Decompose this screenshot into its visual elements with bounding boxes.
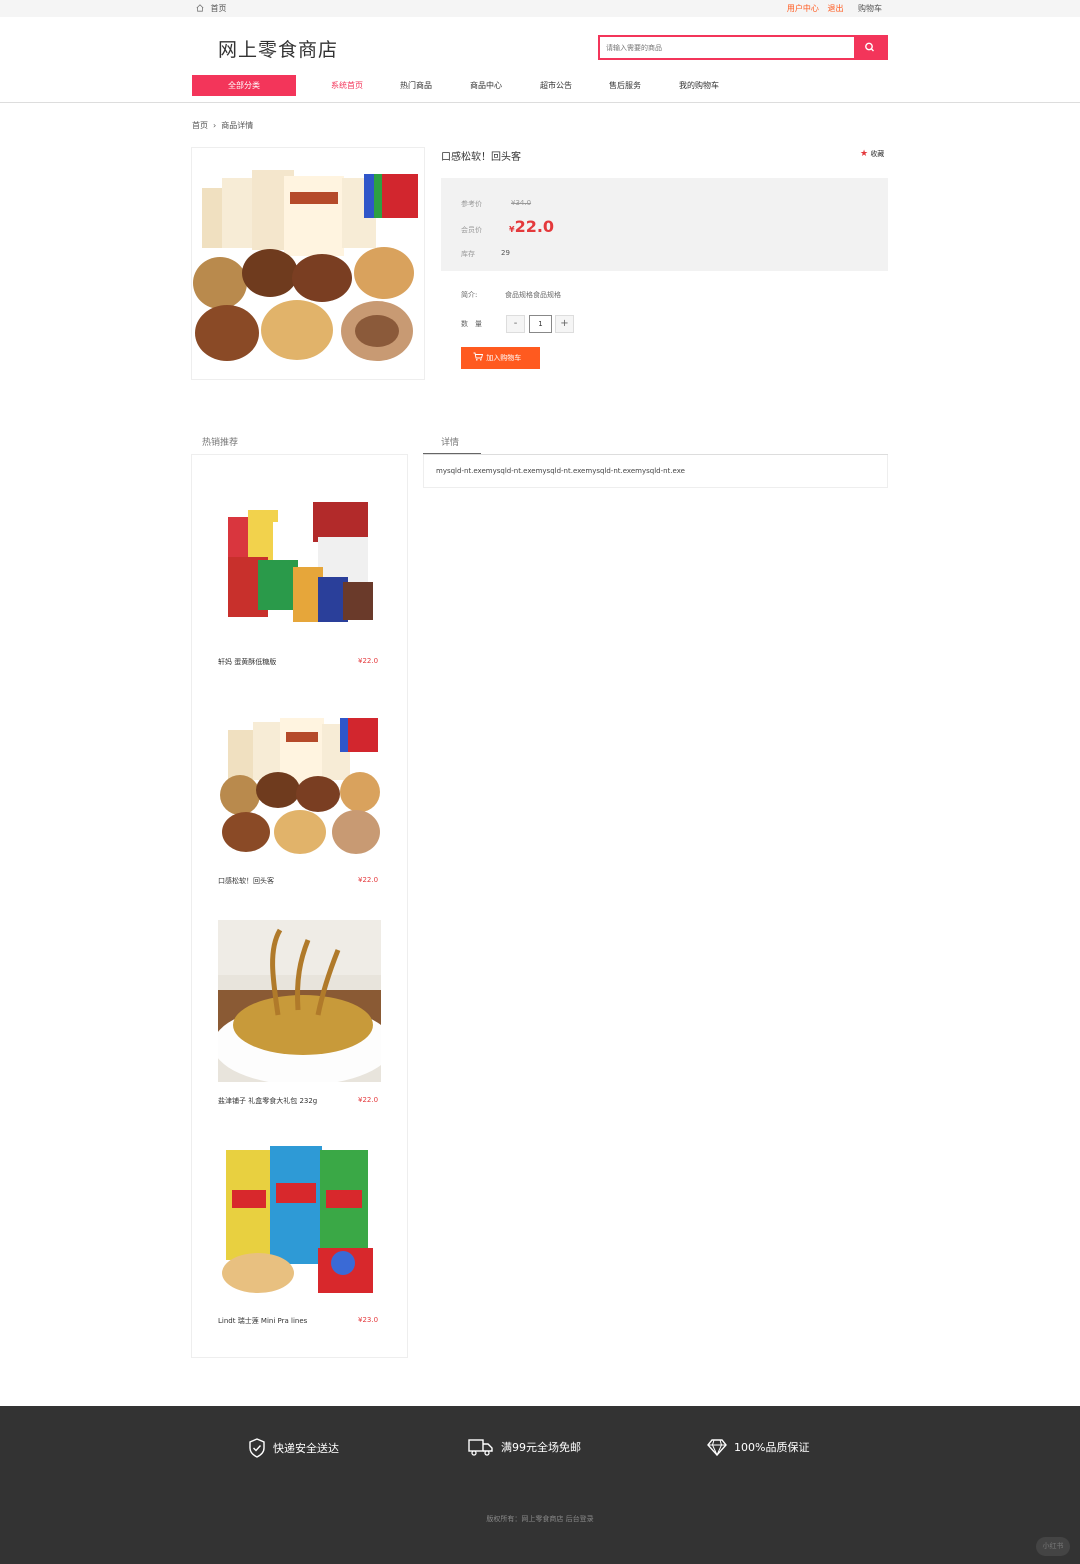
header: 网上零食商店 全部分类 系统首页 热门商品 商品中心 超市公告 售后服务 我的购… (0, 17, 1080, 103)
ref-price-label: 参考价 (461, 200, 482, 208)
price-box: 参考价 ¥34.0 会员价 ¥22.0 库存 29 (441, 178, 888, 271)
logout-link[interactable]: 退出 (827, 4, 843, 13)
add-to-cart-button[interactable]: 加入购物车 (461, 347, 540, 369)
intro-value: 食品规格食品规格 (505, 291, 561, 299)
nav-item-service[interactable]: 售后服务 (609, 75, 641, 96)
hot-item-name[interactable]: 盐津铺子 礼盒零食大礼包 232g (218, 1096, 317, 1106)
feature-free-shipping: 满99元全场免邮 (468, 1438, 581, 1456)
star-icon: ★ (860, 149, 869, 159)
quantity-increase-button[interactable]: + (555, 315, 574, 333)
feature-label: 快递安全送达 (273, 1442, 339, 1455)
nav-item-notices[interactable]: 超市公告 (540, 75, 572, 96)
hot-item-name[interactable]: Lindt 瑞士莲 Mini Pra lines (218, 1316, 307, 1326)
nav-item-home[interactable]: 系统首页 (331, 75, 363, 96)
footer: 快递安全送达 满99元全场免邮 100%品质保证 版权所有：网上零食商店 后台登… (0, 1406, 1080, 1564)
hot-item-price: ¥22.0 (358, 1096, 379, 1104)
hot-item-name[interactable]: 轩妈 蛋黄酥低糖版 (218, 657, 276, 667)
feature-safe-delivery: 快递安全送达 (248, 1438, 339, 1458)
search-button[interactable] (854, 37, 886, 58)
diamond-icon (707, 1439, 727, 1457)
search-bar (598, 35, 888, 60)
breadcrumb: 首页 › 商品详情 (192, 120, 253, 131)
breadcrumb-home[interactable]: 首页 (192, 121, 208, 130)
detail-content: mysqld-nt.exemysqld-nt.exemysqld-nt.exem… (423, 455, 888, 488)
favorite-label: 收藏 (870, 150, 885, 158)
user-center-link[interactable]: 用户中心 (787, 4, 819, 13)
hot-item-image[interactable] (218, 1138, 381, 1300)
cart-link[interactable]: 购物车 (858, 4, 882, 13)
quantity-label: 数 量 (461, 320, 482, 328)
member-price-label: 会员价 (461, 226, 482, 234)
hot-item-image[interactable] (218, 482, 381, 644)
quantity-decrease-button[interactable]: - (506, 315, 525, 333)
shield-check-icon (249, 1438, 265, 1458)
tab-detail[interactable]: 详情 (423, 435, 481, 455)
home-link-label: 首页 (210, 4, 227, 13)
hot-item-price: ¥23.0 (358, 1316, 379, 1324)
main-nav: 全部分类 系统首页 热门商品 商品中心 超市公告 售后服务 我的购物车 (192, 75, 892, 96)
favorite-button[interactable]: ★ 收藏 (860, 149, 884, 159)
feature-label: 100%品质保证 (734, 1441, 810, 1454)
ref-price: ¥34.0 (511, 199, 532, 207)
feature-quality: 100%品质保证 (707, 1438, 810, 1457)
copyright: 版权所有：网上零食商店 后台登录 (486, 1515, 594, 1523)
nav-item-hot[interactable]: 热门商品 (400, 75, 432, 96)
feature-label: 满99元全场免邮 (501, 1441, 581, 1454)
nav-item-my-cart[interactable]: 我的购物车 (679, 75, 719, 96)
hot-item-price: ¥22.0 (358, 657, 379, 665)
truck-icon (468, 1439, 493, 1456)
breadcrumb-current: 商品详情 (221, 121, 254, 130)
search-icon (865, 42, 874, 52)
top-bar: 首页 用户中心 退出 购物车 (0, 0, 1080, 17)
search-input[interactable] (600, 37, 854, 58)
hot-item-image[interactable] (218, 920, 381, 1082)
stock-label: 库存 (461, 250, 475, 258)
site-logo[interactable]: 网上零食商店 (218, 35, 338, 62)
all-categories-button[interactable]: 全部分类 (192, 75, 296, 96)
member-price-value: 22.0 (514, 217, 555, 236)
quantity-input[interactable]: 1 (529, 315, 552, 333)
cart-icon (473, 352, 484, 361)
home-icon (196, 4, 204, 12)
add-to-cart-label: 加入购物车 (486, 354, 522, 362)
hot-item-image[interactable] (218, 700, 381, 862)
home-link[interactable]: 首页 (196, 3, 227, 14)
member-price: ¥22.0 (509, 217, 554, 236)
nav-item-products[interactable]: 商品中心 (470, 75, 502, 96)
intro-label: 简介: (461, 291, 478, 299)
product-title: 口感松软！回头客 (441, 152, 521, 163)
watermark: 小红书 (1036, 1537, 1070, 1556)
hot-section-title: 热销推荐 (202, 438, 239, 448)
product-image (191, 147, 425, 380)
hot-item-name[interactable]: 口感松软！回头客 (218, 876, 274, 886)
hot-item-price: ¥22.0 (358, 876, 379, 884)
stock-value: 29 (501, 249, 510, 257)
chevron-right-icon: › (213, 121, 217, 130)
